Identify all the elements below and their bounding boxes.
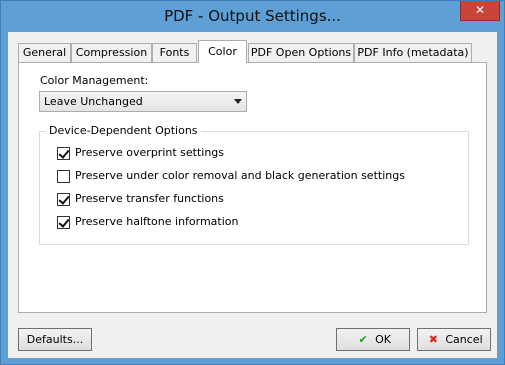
checkbox-label: Preserve transfer functions [75,192,224,205]
close-button[interactable]: ✕ [460,1,500,21]
ok-label: OK [375,333,391,346]
checkbox-label: Preserve under color removal and black g… [75,169,405,182]
window-title: PDF - Output Settings... [164,7,341,25]
defaults-label: Defaults... [26,333,84,346]
cross-icon: ✖ [428,333,438,346]
color-tab-panel: Color Management: Leave Unchanged Device… [18,62,487,313]
tab-compression[interactable]: Compression [71,43,152,62]
tab-pdf-open-options[interactable]: PDF Open Options [248,43,354,62]
dialog-window: PDF - Output Settings... ✕ General Compr… [0,0,505,365]
checkbox-label: Preserve halftone information [75,215,239,228]
tab-color[interactable]: Color [198,40,247,63]
color-management-value: Leave Unchanged [44,95,143,108]
cancel-button[interactable]: ✖ Cancel [417,328,491,351]
cancel-label: Cancel [445,333,483,346]
title-bar[interactable]: PDF - Output Settings... ✕ [1,1,504,33]
close-icon: ✕ [474,3,486,17]
checkbox-box[interactable] [57,216,70,229]
checkbox-box[interactable] [57,147,70,160]
device-dependent-options-group: Device-Dependent Options Preserve overpr… [39,124,469,245]
color-management-label: Color Management: [40,74,149,87]
checkmark-icon: ✔ [358,333,368,346]
tab-pdf-info[interactable]: PDF Info (metadata) [354,43,472,62]
tab-fonts[interactable]: Fonts [152,43,197,62]
checkbox-box[interactable] [57,193,70,206]
dialog-body: General Compression Fonts Color PDF Open… [8,32,497,358]
group-legend: Device-Dependent Options [46,124,201,137]
tab-general[interactable]: General [18,43,71,62]
checkbox-label: Preserve overprint settings [75,146,225,159]
chevron-down-icon [234,99,242,104]
defaults-button[interactable]: Defaults... [18,328,92,351]
ok-button[interactable]: ✔ OK [336,328,410,351]
color-management-select[interactable]: Leave Unchanged [39,91,247,112]
checkbox-box[interactable] [57,170,70,183]
